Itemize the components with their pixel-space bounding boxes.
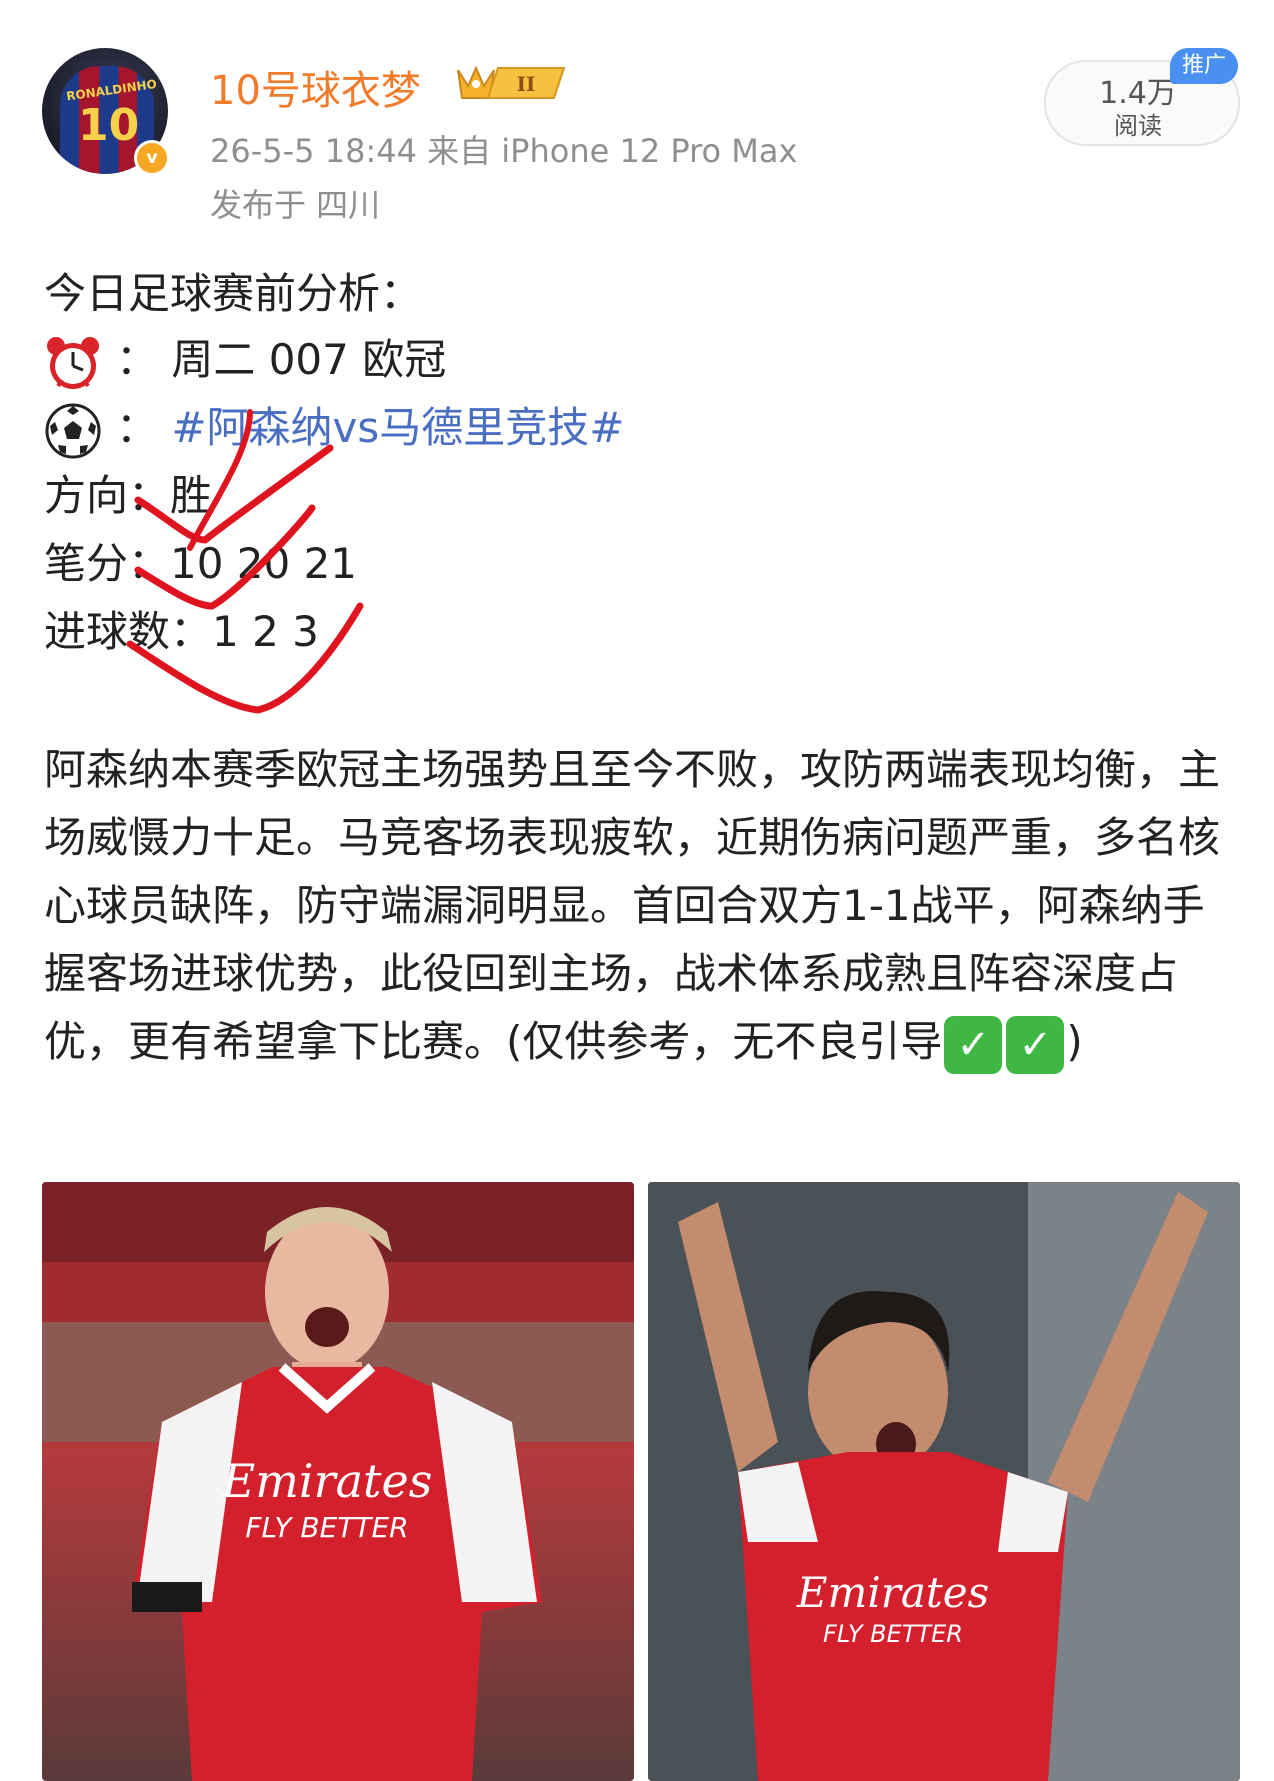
verified-v-icon: v xyxy=(134,140,170,176)
photo-left[interactable]: Emirates FLY BETTER xyxy=(42,1182,634,1781)
read-label: 阅读 xyxy=(1114,112,1162,140)
level-badge-text: II xyxy=(517,72,536,96)
post-paragraph-end: ) xyxy=(1066,1017,1083,1066)
player-right-illustration: Emirates FLY BETTER xyxy=(648,1182,1240,1781)
post-meta: 26-5-5 18:44 来自 iPhone 12 Pro Max xyxy=(210,132,798,170)
match-hashtag-link[interactable]: #阿森纳vs马德里竞技# xyxy=(171,403,624,452)
post-line-score: 笔分：10 20 21 xyxy=(44,539,358,588)
post-paragraph: 阿森纳本赛季欧冠主场强势且至今不败，攻防两端表现均衡，主场威慑力十足。马竞客场表… xyxy=(44,736,1244,1076)
post-line-time: ： 周二 007 欧冠 xyxy=(44,326,446,392)
post-location: 发布于 四川 xyxy=(210,186,381,224)
player-left-illustration: Emirates FLY BETTER xyxy=(42,1182,634,1781)
username[interactable]: 10号球衣梦 xyxy=(210,58,421,116)
post-line-match-prefix: ： xyxy=(116,403,172,452)
promo-tag[interactable]: 推广 xyxy=(1170,48,1238,84)
check-mark-icon-2: ✓ xyxy=(1006,1015,1065,1074)
left-jersey-slogan: FLY BETTER xyxy=(245,1511,408,1544)
post-line-match: ： #阿森纳vs马德里竞技# xyxy=(44,394,624,460)
post-heading: 今日足球赛前分析： xyxy=(44,269,423,318)
soccer-ball-icon xyxy=(45,403,101,458)
right-jersey-slogan: FLY BETTER xyxy=(823,1620,963,1648)
post-line-goals: 进球数：1 2 3 xyxy=(44,607,319,656)
crown-level-badge-icon[interactable]: II xyxy=(454,60,572,104)
post-line-time-text: ： 周二 007 欧冠 xyxy=(116,335,447,384)
photo-right[interactable]: Emirates FLY BETTER xyxy=(648,1182,1240,1781)
avatar-number: 10 xyxy=(78,100,140,151)
right-jersey-brand: Emirates xyxy=(796,1568,989,1617)
alarm-clock-icon xyxy=(47,336,99,389)
post-line-direction: 方向：胜 xyxy=(44,471,213,520)
left-jersey-brand: Emirates xyxy=(221,1454,433,1508)
check-mark-icon: ✓ xyxy=(944,1015,1003,1074)
